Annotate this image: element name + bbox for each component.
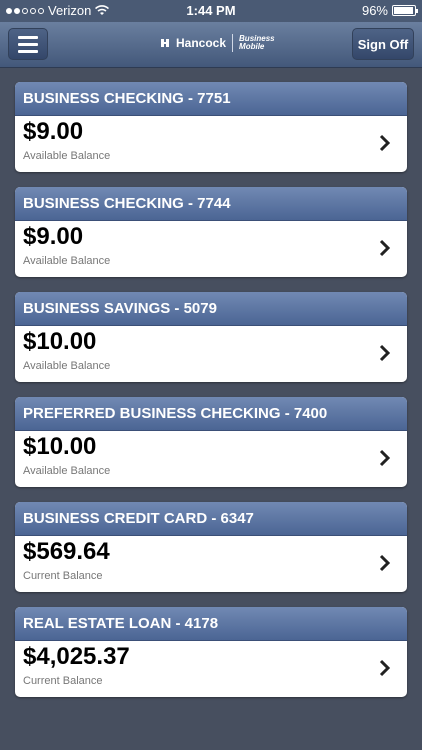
- account-body: $9.00 Available Balance: [15, 221, 407, 277]
- hancock-mark-icon: [161, 39, 169, 47]
- balance-label: Current Balance: [23, 570, 103, 582]
- hamburger-icon: [18, 35, 38, 39]
- balance-label: Available Balance: [23, 360, 111, 372]
- balance-label: Available Balance: [23, 150, 111, 162]
- account-body: $10.00 Available Balance: [15, 326, 407, 382]
- account-balance: $569.64: [23, 538, 110, 565]
- chevron-right-icon: [379, 239, 391, 257]
- balance-label: Available Balance: [23, 255, 111, 267]
- account-body: $4,025.37 Current Balance: [15, 641, 407, 697]
- nav-bar: Hancock Business Mobile Sign Off: [0, 22, 422, 68]
- logo-divider: [232, 34, 234, 52]
- account-title: BUSINESS CHECKING - 7744: [15, 187, 407, 221]
- logo-name: Hancock: [176, 36, 227, 50]
- account-title: BUSINESS CREDIT CARD - 6347: [15, 502, 407, 536]
- status-bar: Verizon 1:44 PM 96%: [0, 0, 422, 22]
- account-title: REAL ESTATE LOAN - 4178: [15, 607, 407, 641]
- account-title: BUSINESS SAVINGS - 5079: [15, 292, 407, 326]
- account-card[interactable]: PREFERRED BUSINESS CHECKING - 7400 $10.0…: [15, 397, 407, 487]
- account-balance: $9.00: [23, 118, 84, 145]
- hancock-logo: Hancock Business Mobile: [160, 34, 279, 52]
- menu-button[interactable]: [8, 28, 48, 60]
- chevron-right-icon: [379, 134, 391, 152]
- account-balance: $9.00: [23, 223, 84, 250]
- account-list: BUSINESS CHECKING - 7751 $9.00 Available…: [15, 82, 407, 712]
- balance-label: Current Balance: [23, 675, 103, 687]
- account-card[interactable]: BUSINESS CHECKING - 7751 $9.00 Available…: [15, 82, 407, 172]
- account-title: PREFERRED BUSINESS CHECKING - 7400: [15, 397, 407, 431]
- account-card[interactable]: BUSINESS CHECKING - 7744 $9.00 Available…: [15, 187, 407, 277]
- status-right: 96%: [361, 3, 418, 18]
- chevron-right-icon: [379, 449, 391, 467]
- balance-label: Available Balance: [23, 465, 111, 477]
- chevron-right-icon: [379, 554, 391, 572]
- chevron-right-icon: [379, 659, 391, 677]
- chevron-right-icon: [379, 344, 391, 362]
- battery-icon: [392, 5, 418, 16]
- account-body: $10.00 Available Balance: [15, 431, 407, 487]
- account-balance: $10.00: [23, 328, 97, 355]
- account-balance: $4,025.37: [23, 643, 130, 670]
- account-card[interactable]: REAL ESTATE LOAN - 4178 $4,025.37 Curren…: [15, 607, 407, 697]
- account-body: $9.00 Available Balance: [15, 116, 407, 172]
- account-title: BUSINESS CHECKING - 7751: [15, 82, 407, 116]
- battery-percent: 96%: [361, 3, 388, 18]
- status-time: 1:44 PM: [186, 3, 236, 18]
- logo-sub: Business Mobile: [239, 34, 275, 51]
- sign-off-button[interactable]: Sign Off: [352, 28, 414, 60]
- account-body: $569.64 Current Balance: [15, 536, 407, 592]
- account-card[interactable]: BUSINESS CREDIT CARD - 6347 $569.64 Curr…: [15, 502, 407, 592]
- account-balance: $10.00: [23, 433, 97, 460]
- account-card[interactable]: BUSINESS SAVINGS - 5079 $10.00 Available…: [15, 292, 407, 382]
